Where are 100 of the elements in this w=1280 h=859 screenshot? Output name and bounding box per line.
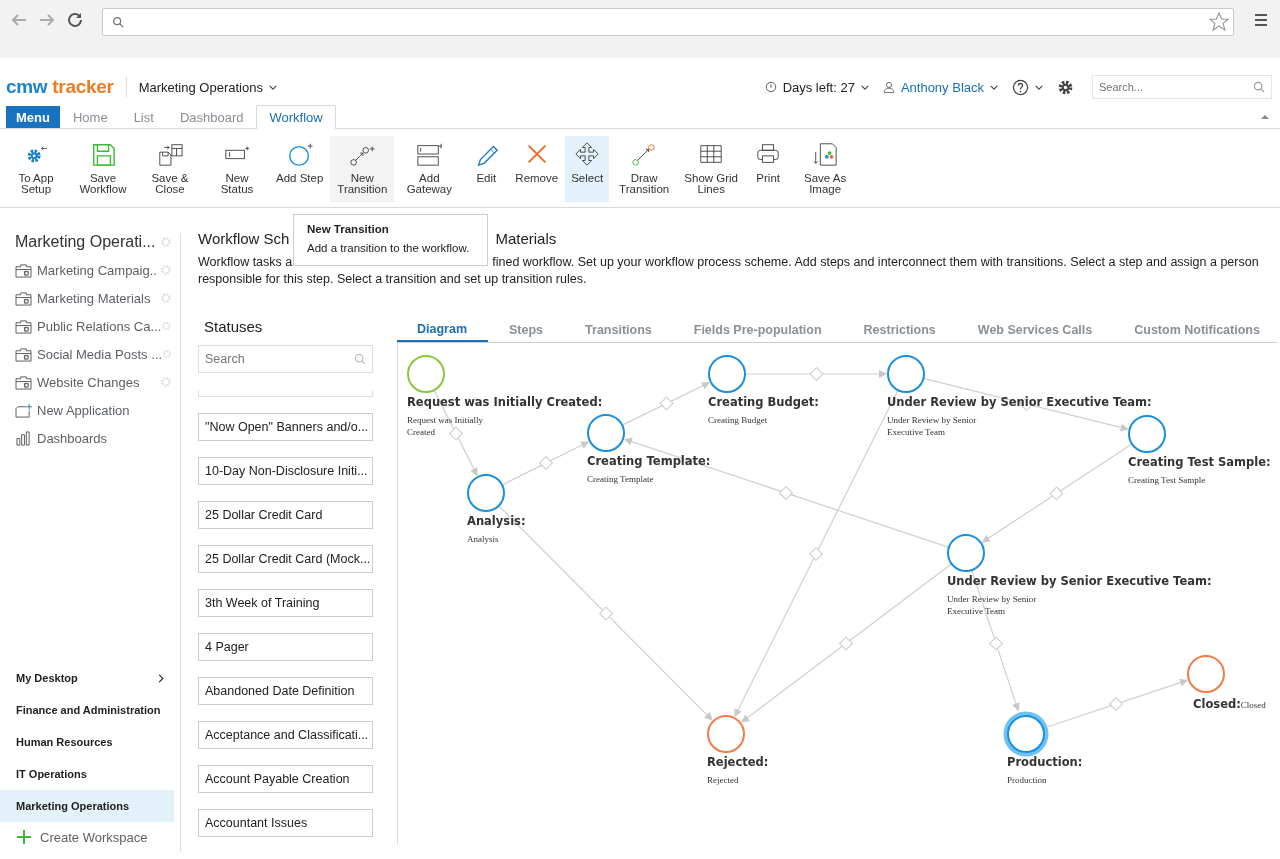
statuses-heading: Statuses xyxy=(203,318,264,337)
stacked-rectangles-plus-icon xyxy=(416,141,443,167)
toolbar-button[interactable]: Draw Transition xyxy=(612,136,677,202)
address-bar[interactable] xyxy=(102,8,1234,36)
menu-icon[interactable] xyxy=(1252,11,1270,29)
toolbar-button[interactable]: New Transition xyxy=(330,136,395,202)
status-node[interactable] xyxy=(587,414,625,452)
status-node[interactable] xyxy=(467,474,505,512)
collapse-icon[interactable] xyxy=(1260,114,1270,120)
status-node[interactable] xyxy=(1128,415,1166,453)
status-item[interactable]: 25 Dollar Credit Card (Mock... xyxy=(198,545,373,573)
toolbar-button[interactable]: New Status xyxy=(205,136,269,202)
sidebar-item[interactable]: New Application xyxy=(37,402,130,418)
status-item[interactable]: "Now Open" Banners and/o... xyxy=(198,413,373,441)
description-text: Workflow tasks a xyxy=(198,254,293,271)
workspace-item[interactable]: My Desktop xyxy=(0,662,174,694)
logo[interactable]: cmw tracker xyxy=(6,76,114,98)
status-item[interactable]: 25 Dollar Credit Card xyxy=(198,501,373,529)
toolbar-button[interactable]: Add Step xyxy=(272,136,328,202)
toolbar-button[interactable]: Save As Image xyxy=(793,136,858,202)
sidebar-item[interactable]: Website Changes xyxy=(37,374,140,390)
chevron-down-icon xyxy=(1035,84,1043,90)
toolbar-button[interactable]: To App Setup xyxy=(4,136,68,202)
description-text: responsible for this step. Select a transition and set up transition rules. xyxy=(198,271,588,288)
help-icon[interactable] xyxy=(1012,78,1029,96)
page-heading: Materials xyxy=(495,230,557,249)
gear-icon[interactable] xyxy=(160,264,172,276)
toolbar-button[interactable]: Select xyxy=(565,136,610,202)
status-item[interactable]: Acceptance and Classificati... xyxy=(198,721,373,749)
toolbar-button[interactable]: Save & Close xyxy=(138,136,202,202)
star-icon[interactable] xyxy=(1209,12,1229,32)
search-icon xyxy=(354,353,366,365)
workspace-item[interactable]: Human Resources xyxy=(0,726,174,758)
image-file-icon xyxy=(812,141,839,167)
search-field[interactable]: Search xyxy=(198,345,373,373)
sidebar-item[interactable]: Social Media Posts ... xyxy=(37,346,162,362)
status-node[interactable] xyxy=(947,534,985,572)
toolbar-button[interactable]: Add Gateway xyxy=(397,136,462,202)
tooltip-text: Add a transition to the workflow. xyxy=(307,242,471,254)
reload-icon[interactable] xyxy=(66,11,84,29)
step-subtitle: Production xyxy=(1007,774,1048,786)
move-arrows-icon xyxy=(574,141,601,167)
workspace-dropdown[interactable]: Marketing Operations xyxy=(138,79,263,95)
tab[interactable]: Diagram xyxy=(397,318,489,342)
building-icon xyxy=(15,374,32,390)
chevron-down-icon xyxy=(268,84,277,90)
page-heading: Workflow Sch xyxy=(198,230,290,249)
workspace-item[interactable]: IT Operations xyxy=(0,758,174,790)
status-item[interactable]: 10-Day Non-Disclosure Initi... xyxy=(198,457,373,485)
step-title: Production: xyxy=(1007,755,1083,769)
toolbar-button[interactable]: Show Grid Lines xyxy=(679,136,744,202)
search-icon xyxy=(112,16,124,28)
step-title: Under Review by Senior Executive Team: xyxy=(947,574,1212,588)
create-workspace-link[interactable]: Create Workspace xyxy=(40,829,148,845)
gear-icon[interactable] xyxy=(161,320,172,332)
status-node[interactable] xyxy=(1003,711,1049,757)
search-icon xyxy=(1253,81,1265,93)
status-item[interactable]: Account Payable Creation xyxy=(198,765,373,793)
gear-icon[interactable] xyxy=(160,236,172,248)
step-subtitle: Closed xyxy=(1240,700,1266,711)
status-node[interactable] xyxy=(407,355,445,393)
toolbar-button[interactable]: Print xyxy=(746,136,791,202)
step-subtitle: Analysis xyxy=(467,533,500,545)
step-subtitle: Creating Test Sample xyxy=(1128,474,1207,486)
sidebar-item[interactable]: Dashboards xyxy=(37,430,108,446)
toolbar-button[interactable]: Remove xyxy=(511,136,563,202)
status-node[interactable] xyxy=(1187,655,1225,693)
settings-icon[interactable] xyxy=(1057,78,1074,96)
gear-icon[interactable] xyxy=(162,348,172,360)
sidebar-item[interactable]: Public Relations Ca... xyxy=(37,318,162,334)
toolbar-button[interactable]: Save Workflow xyxy=(71,136,135,202)
clock-icon xyxy=(764,81,777,93)
nav-tab[interactable]: Workflow xyxy=(256,105,336,129)
plus-icon xyxy=(17,830,31,844)
sidebar-item[interactable]: Marketing Materials xyxy=(37,290,151,306)
workspace-item[interactable]: Finance and Administration xyxy=(0,694,174,726)
description-text: fined workflow. Set up your workflow process scheme. Add steps and interconnect them with transitions. Select a step and assign a person xyxy=(492,254,1259,271)
step-title: Closed: xyxy=(1193,697,1241,711)
days-left-dropdown[interactable]: Days left: 27 xyxy=(782,79,855,95)
sidebar-item[interactable]: Marketing Campaig.. xyxy=(37,262,157,278)
status-item[interactable]: 3th Week of Training xyxy=(198,589,373,617)
building-icon xyxy=(15,262,32,278)
status-item[interactable]: Abandoned Date Definition xyxy=(198,677,373,705)
folder-plus-icon xyxy=(15,402,32,418)
status-node[interactable] xyxy=(707,715,745,753)
status-item[interactable] xyxy=(198,390,373,397)
status-item[interactable]: 4 Pager xyxy=(198,633,373,661)
search-field[interactable]: Search... xyxy=(1092,75,1272,99)
status-node[interactable] xyxy=(887,355,925,393)
status-node[interactable] xyxy=(708,355,746,393)
workspace-item[interactable]: Marketing Operations xyxy=(0,790,174,822)
bar-chart-icon xyxy=(15,430,32,446)
step-title: Rejected: xyxy=(707,755,769,769)
user-menu[interactable]: Anthony Black xyxy=(900,79,984,95)
building-icon xyxy=(15,346,32,362)
status-item[interactable]: Accountant Issues xyxy=(198,809,373,837)
menu-button[interactable]: Menu xyxy=(6,106,60,128)
gear-icon[interactable] xyxy=(160,292,172,304)
toolbar-button[interactable]: Edit xyxy=(464,136,509,202)
gear-icon[interactable] xyxy=(160,376,172,388)
